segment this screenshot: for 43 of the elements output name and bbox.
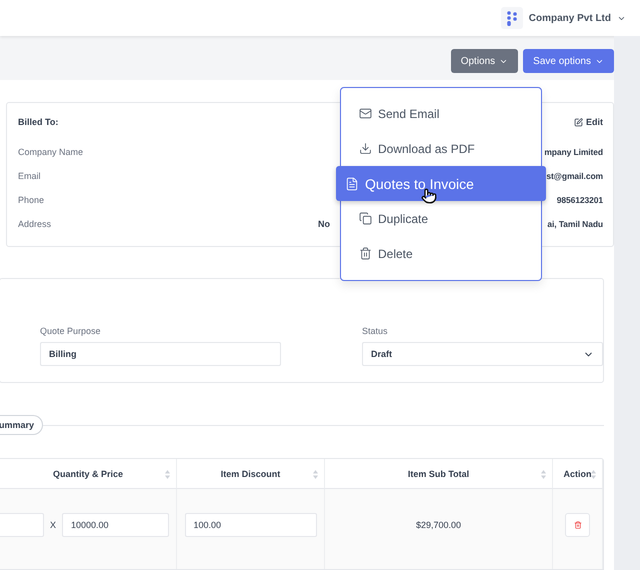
field-label: Address bbox=[18, 219, 52, 229]
edit-icon bbox=[574, 118, 583, 126]
times-sign: X bbox=[50, 520, 56, 530]
field-label: Company Name bbox=[18, 147, 84, 157]
trash-icon bbox=[574, 521, 582, 529]
quantity-field[interactable] bbox=[0, 513, 44, 537]
sort-icon[interactable] bbox=[165, 470, 170, 479]
company-name[interactable]: Company Pvt Ltd bbox=[528, 12, 611, 24]
options-button[interactable]: Options bbox=[450, 49, 518, 73]
field-label: Quote Purpose bbox=[40, 326, 102, 336]
card-title: Billed To: bbox=[18, 117, 58, 127]
field-label: Status bbox=[362, 326, 389, 336]
table-cell: $29,700.00 bbox=[416, 520, 462, 530]
logo-icon bbox=[500, 7, 523, 29]
save-options-button[interactable]: Save options bbox=[523, 49, 614, 73]
field-value: mpany Limited bbox=[544, 147, 603, 157]
document-icon bbox=[345, 176, 359, 190]
delete-button[interactable] bbox=[565, 513, 590, 537]
menu-item[interactable]: Send Email bbox=[341, 96, 541, 131]
mail-icon bbox=[359, 107, 372, 120]
download-icon bbox=[359, 142, 372, 155]
trash-icon bbox=[359, 247, 372, 260]
purpose-field[interactable]: Billing bbox=[40, 342, 281, 366]
status-select[interactable]: Draft bbox=[362, 342, 603, 366]
menu-item[interactable]: Quotes to Invoice bbox=[336, 166, 546, 201]
field-value: st@gmail.com bbox=[546, 171, 603, 181]
edit-link[interactable]: Edit bbox=[574, 117, 603, 127]
sort-icon[interactable] bbox=[541, 470, 546, 479]
scrollbar-track[interactable] bbox=[614, 36, 640, 570]
field-value: ai, Tamil Nadu bbox=[547, 219, 603, 229]
field-value: 9856123201 bbox=[556, 195, 603, 205]
field-label: Email bbox=[18, 171, 42, 181]
menu-item[interactable]: Duplicate bbox=[341, 201, 541, 236]
field-label: Phone bbox=[18, 195, 46, 205]
menu-item[interactable]: Download as PDF bbox=[341, 131, 541, 166]
hand-cursor-icon bbox=[421, 188, 437, 204]
field-value: No bbox=[318, 219, 330, 229]
discount-field[interactable]: 100.00 bbox=[184, 513, 316, 537]
price-field[interactable]: 10000.00 bbox=[62, 513, 169, 537]
sort-icon[interactable] bbox=[313, 470, 318, 479]
copy-icon bbox=[359, 212, 372, 225]
menu-item[interactable]: Delete bbox=[341, 236, 541, 271]
sort-icon[interactable] bbox=[591, 470, 596, 479]
